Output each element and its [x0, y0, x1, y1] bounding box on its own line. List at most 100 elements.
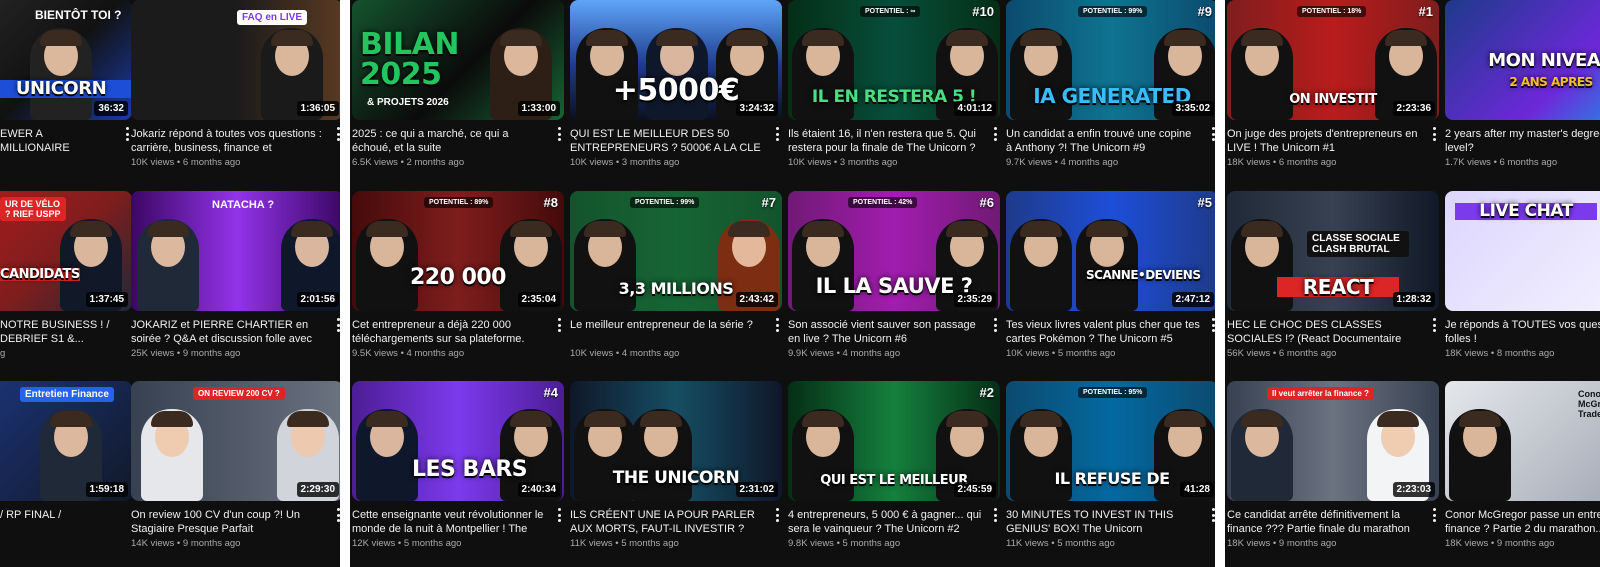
more-options-icon[interactable]	[556, 318, 562, 332]
more-options-icon[interactable]	[556, 127, 562, 141]
thumbnail-badge: CLASSE SOCIALE CLASH BRUTAL	[1307, 231, 1409, 257]
video-meta: 9.9K views • 4 months ago	[788, 348, 901, 359]
more-options-icon[interactable]	[774, 318, 780, 332]
video-title[interactable]: 4 entrepreneurs, 5 000 € à gagner... qui…	[788, 508, 982, 536]
episode-number: #7	[761, 195, 776, 210]
thumbnail-caption: LES BARS	[412, 457, 528, 482]
more-options-icon[interactable]	[992, 318, 998, 332]
video-title[interactable]: Ce candidat arrête définitivement la fin…	[1227, 508, 1421, 536]
more-options-icon[interactable]	[124, 127, 130, 141]
video-title[interactable]: EWER A MILLIONAIRE ONCEPT	[0, 127, 110, 155]
more-options-icon[interactable]	[774, 127, 780, 141]
video-thumbnail[interactable]: FAQ en LIVE 1:36:05	[131, 0, 340, 120]
video-thumbnail[interactable]: CLASSE SOCIALE CLASH BRUTAL REACT 1:28:3…	[1227, 191, 1439, 311]
video-thumbnail[interactable]: +5000€ 3:24:32	[570, 0, 782, 120]
thumbnail-badge: POTENTIEL : 95%	[1078, 387, 1148, 398]
video-thumbnail[interactable]: POTENTIEL : 89% #8 220 000 2:35:04	[352, 191, 564, 311]
video-duration: 2:23:03	[1392, 482, 1435, 497]
video-thumbnail[interactable]: UR DE VÉLO ? RIEF USPP CANDIDATS 1:37:45	[0, 191, 132, 311]
thumbnail-caption: LIVE CHAT	[1455, 203, 1597, 220]
video-thumbnail[interactable]: THE UNICORN 2:31:02	[570, 381, 782, 501]
video-duration: 2:35:29	[953, 292, 996, 307]
video-thumbnail[interactable]: #5 SCANNE•DEVIENS 2:47:12	[1006, 191, 1215, 311]
video-meta: 18K views • 9 months ago	[1445, 538, 1555, 549]
video-thumbnail[interactable]: Il veut arrêter la finance ? 2:23:03	[1227, 381, 1439, 501]
episode-number: #8	[543, 195, 558, 210]
video-meta: 9.8K views • 5 months ago	[788, 538, 901, 549]
video-title[interactable]: QUI EST LE MEILLEUR DES 50 ENTREPRENEURS…	[570, 127, 764, 155]
video-thumbnail[interactable]: #2 QUI EST LE MEILLEUR 2:45:59	[788, 381, 1000, 501]
thumbnail-badge: NATACHA ?	[212, 199, 275, 211]
thumbnail-badge: POTENTIEL : 99%	[630, 197, 700, 208]
video-meta: 25K views • 9 months ago	[131, 348, 241, 359]
more-options-icon[interactable]	[1431, 318, 1437, 332]
panel-divider	[1215, 0, 1225, 567]
video-title[interactable]: Ils étaient 16, il n'en restera que 5. Q…	[788, 127, 982, 155]
thumbnail-badge: Il veut arrêter la finance ?	[1267, 387, 1374, 400]
video-title[interactable]: Son associé vient sauver son passage en …	[788, 318, 982, 346]
video-title[interactable]: Cet entrepreneur a déjà 220 000 téléchar…	[352, 318, 546, 346]
video-thumbnail[interactable]: POTENTIEL : 99% #7 3,3 MILLIONS 2:43:42	[570, 191, 782, 311]
thumbnail-badge: Entretien Finance	[20, 387, 114, 402]
video-title[interactable]: On review 100 CV d'un coup ?! Un Stagiai…	[131, 508, 325, 536]
video-title[interactable]: On juge des projets d'entrepreneurs en L…	[1227, 127, 1421, 155]
video-thumbnail[interactable]: POTENTIEL : 99% #9 IA GENERATED 3:35:02	[1006, 0, 1215, 120]
video-duration: 3:35:02	[1171, 101, 1214, 116]
video-title[interactable]: JOKARIZ et PIERRE CHARTIER en soirée ? Q…	[131, 318, 325, 346]
video-duration: 1:36:05	[296, 101, 339, 116]
video-thumbnail[interactable]: POTENTIEL : 42% #6 IL LA SAUVE ? 2:35:29	[788, 191, 1000, 311]
thumbnail-caption: MON NIVEAU	[1488, 50, 1600, 71]
video-thumbnail[interactable]: POTENTIEL : ∞ #10 IL EN RESTERA 5 ! 4:01…	[788, 0, 1000, 120]
thumbnail-badge: POTENTIEL : ∞	[860, 6, 921, 17]
video-title[interactable]: Le meilleur entrepreneur de la série ?	[570, 318, 764, 332]
more-options-icon[interactable]	[1431, 127, 1437, 141]
left-panel: UNICORN BIENTÔT TOI ? 36:32 EWER A MILLI…	[0, 0, 340, 567]
video-title[interactable]: ILS CRÉENT UNE IA POUR PARLER AUX MORTS,…	[570, 508, 764, 536]
more-options-icon[interactable]	[1431, 508, 1437, 522]
video-thumbnail[interactable]: LIVE CHAT	[1445, 191, 1600, 311]
video-thumbnail[interactable]: Entretien Finance 1:59:18	[0, 381, 132, 501]
video-duration: 1:33:00	[517, 101, 560, 116]
video-thumbnail[interactable]: POTENTIEL : 95% IL REFUSE DE 41:28	[1006, 381, 1215, 501]
video-thumbnail[interactable]: NATACHA ? 2:01:56	[131, 191, 340, 311]
video-title[interactable]: Tes vieux livres valent plus cher que te…	[1006, 318, 1200, 346]
video-title[interactable]: HEC LE CHOC DES CLASSES SOCIALES !? (Rea…	[1227, 318, 1421, 346]
video-title[interactable]: Je réponds à TOUTES vos questions folles…	[1445, 318, 1600, 346]
thumbnail-badge: UR DE VÉLO ? RIEF USPP	[0, 197, 66, 221]
thumbnail-caption: UNICORN	[0, 80, 132, 98]
video-thumbnail[interactable]: Conor McGregor Trader???	[1445, 381, 1600, 501]
video-title[interactable]: / RP FINAL /	[0, 508, 110, 522]
more-options-icon[interactable]	[992, 127, 998, 141]
episode-number: #1	[1418, 4, 1433, 19]
video-duration: 2:40:34	[517, 482, 560, 497]
video-duration: 2:23:36	[1392, 101, 1435, 116]
video-meta: 9.5K views • 4 months ago	[352, 348, 465, 359]
video-title[interactable]: NOTRE BUSINESS ! / DEBRIEF S1 &...	[0, 318, 110, 346]
video-title[interactable]: Un candidat a enfin trouvé une copine à …	[1006, 127, 1200, 155]
video-title[interactable]: 2025 : ce qui a marché, ce qui a échoué,…	[352, 127, 546, 155]
video-title[interactable]: Conor McGregor passe un entretien financ…	[1445, 508, 1600, 536]
video-thumbnail[interactable]: UNICORN BIENTÔT TOI ? 36:32	[0, 0, 132, 120]
video-thumbnail[interactable]: POTENTIEL : 18% #1 ON INVESTIT 2:23:36	[1227, 0, 1439, 120]
video-meta: 10K views • 5 months ago	[1006, 348, 1116, 359]
video-meta: g	[0, 348, 6, 359]
panel-divider	[340, 0, 350, 567]
more-options-icon[interactable]	[992, 508, 998, 522]
video-title[interactable]: 30 MINUTES TO INVEST IN THIS GENIUS' BOX…	[1006, 508, 1200, 536]
episode-number: #10	[972, 4, 994, 19]
video-meta: 10K views • 6 months ago	[131, 157, 241, 168]
thumbnail-badge: POTENTIEL : 18%	[1297, 6, 1367, 17]
episode-number: #4	[543, 385, 558, 400]
video-thumbnail[interactable]: #4 LES BARS 2:40:34	[352, 381, 564, 501]
video-meta: 10K views • 4 months ago	[570, 348, 680, 359]
video-title[interactable]: Jokariz répond à toutes vos questions : …	[131, 127, 325, 155]
more-options-icon[interactable]	[556, 508, 562, 522]
video-meta: 18K views • 6 months ago	[1227, 157, 1337, 168]
video-thumbnail[interactable]: BILAN 2025 & PROJETS 2026 1:33:00	[352, 0, 564, 120]
right-panel: POTENTIEL : 18% #1 ON INVESTIT 2:23:36 O…	[1225, 0, 1600, 567]
video-thumbnail[interactable]: ON REVIEW 200 CV ? 2:29:30	[131, 381, 340, 501]
more-options-icon[interactable]	[774, 508, 780, 522]
video-title[interactable]: 2 years after my master's degree real le…	[1445, 127, 1600, 155]
video-thumbnail[interactable]: MON NIVEAU 2 ANS APRES	[1445, 0, 1600, 120]
video-title[interactable]: Cette enseignante veut révolutionner le …	[352, 508, 546, 536]
